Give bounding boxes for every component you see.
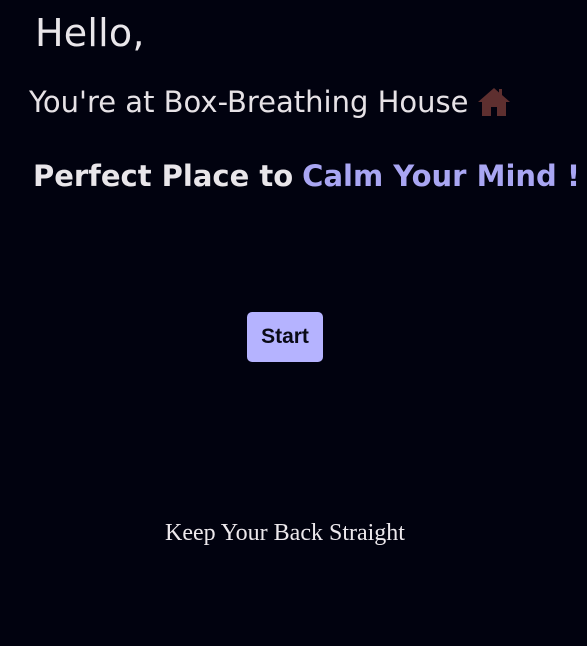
subtitle: You're at Box-Breathing House <box>29 85 511 119</box>
start-button[interactable]: Start <box>247 312 323 362</box>
tagline-prefix: Perfect Place to <box>33 159 294 193</box>
instruction-text: Keep Your Back Straight <box>165 520 405 546</box>
subtitle-text: You're at Box-Breathing House <box>29 85 469 119</box>
tagline-accent: Calm Your Mind ! <box>302 159 581 193</box>
house-icon <box>477 86 511 118</box>
greeting-heading: Hello, <box>35 11 145 55</box>
tagline: Perfect Place to Calm Your Mind ! <box>33 155 587 197</box>
